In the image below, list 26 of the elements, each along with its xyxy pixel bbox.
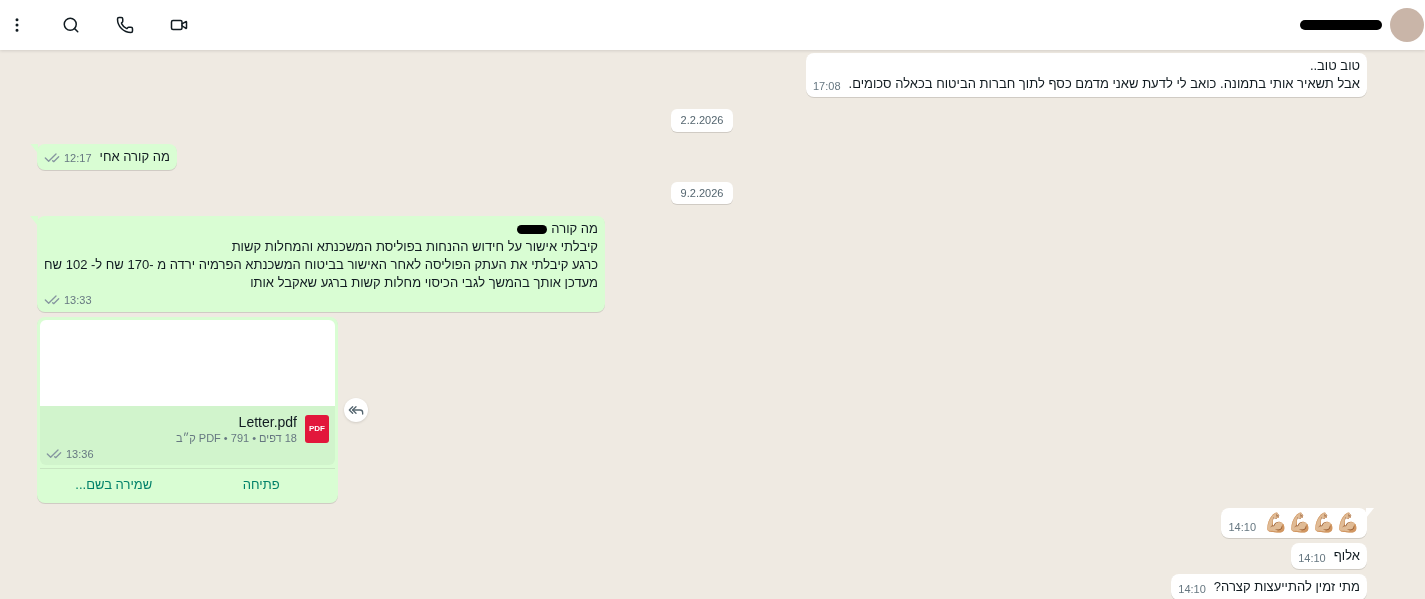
message-text: מה קורה אחי xyxy=(99,147,170,166)
message-text: קיבלתי אישור על חידוש ההנחות בפוליסת המשכנתא והמחלות קשות xyxy=(231,238,598,256)
message-time: 13:33 xyxy=(64,293,92,307)
date-badge: 2.2.2026 xyxy=(670,109,734,132)
redaction-mark xyxy=(517,224,548,234)
forward-button[interactable] xyxy=(344,398,368,422)
file-meta: 18 דפים • PDF • 791 ק״ב xyxy=(176,431,297,446)
file-name: Letter.pdf xyxy=(237,413,297,431)
message-text: אלוף xyxy=(1333,547,1360,565)
message-time: 13:36 xyxy=(66,447,94,461)
message-time: 14:10 xyxy=(1178,582,1206,596)
save-as-button[interactable]: שמירה בשם... xyxy=(40,469,188,500)
message-text: מעדכן אותך בהמשך לגבי הכיסוי מחלות קשות ברגע שאקבל אותו xyxy=(250,274,598,292)
emoji-text: 💪🏼💪🏼💪🏼💪🏼 xyxy=(1264,512,1360,534)
open-button[interactable]: פתיחה xyxy=(187,469,335,500)
message-text: מה קורה xyxy=(551,220,598,238)
message-time: 17:08 xyxy=(813,79,841,93)
message-text: מתי זמין להתייעצות קצרה? xyxy=(1213,578,1360,596)
message-text: טוב טוב.. xyxy=(1309,57,1360,75)
message-time: 14:10 xyxy=(1298,551,1326,565)
date-badge: 9.2.2026 xyxy=(670,181,734,204)
message-time: 12:17 xyxy=(64,150,92,165)
message-text: כרגע קיבלתי את העתק הפוליסה לאחר האישור בביטוח המשכנתא הפרמיה ירדה מ -170 שח ל- 102 שח xyxy=(44,256,598,274)
message-time: 14:10 xyxy=(1228,520,1256,534)
message-text: אבל תשאיר אותי בתמונה. כואב לי לדעת שאני מדמם כסף לתוך חברות הביטוח בכאלה סכומים. xyxy=(848,75,1360,93)
pdf-file-icon: PDF xyxy=(305,415,329,443)
